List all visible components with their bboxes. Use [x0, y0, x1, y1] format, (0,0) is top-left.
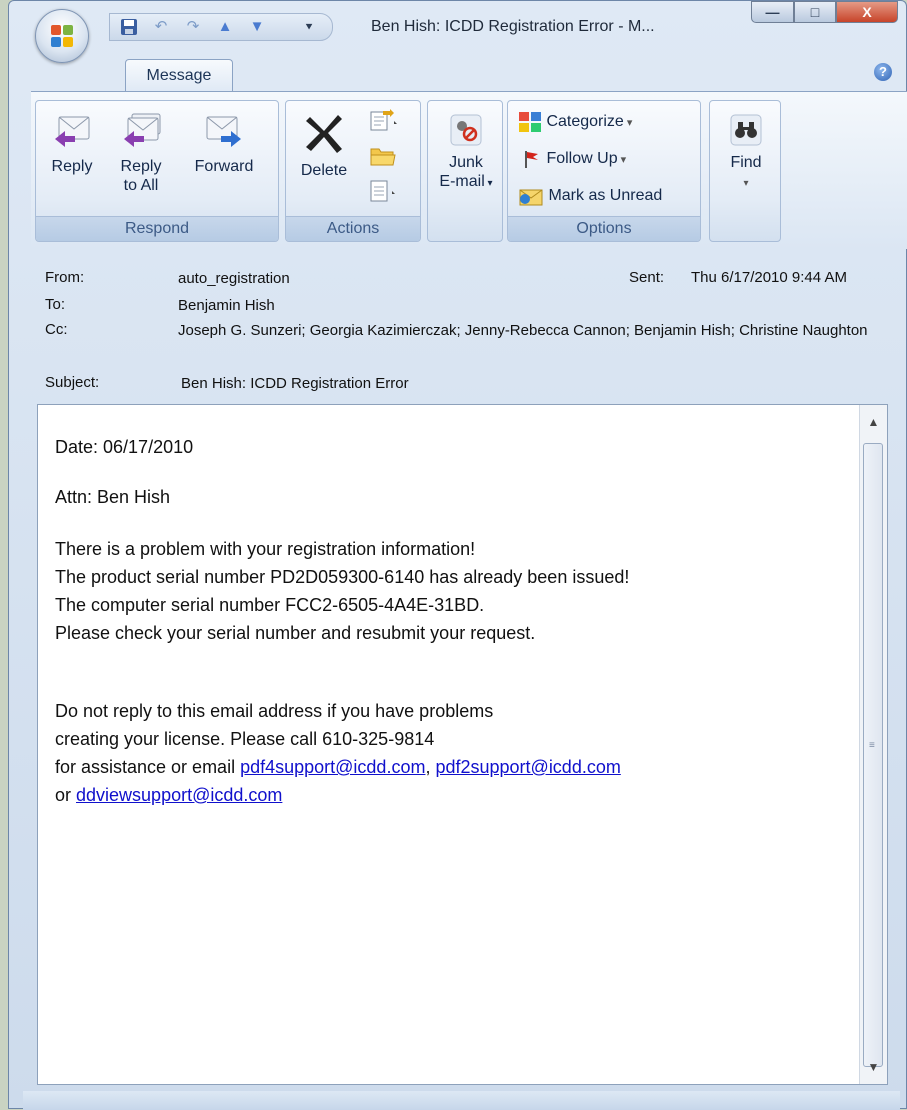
save-icon[interactable] — [120, 18, 138, 36]
undo-icon[interactable]: ↶ — [152, 18, 170, 36]
delete-icon — [306, 115, 342, 153]
minimize-button[interactable]: — — [751, 1, 794, 23]
message-header: From: auto_registration Sent: Thu 6/17/2… — [31, 255, 907, 399]
message-content: Date: 06/17/2010 Attn: Ben Hish There is… — [55, 433, 845, 809]
body-line: or ddviewsupport@icdd.com — [55, 785, 283, 805]
to-label: To: — [45, 296, 66, 313]
ribbon: Reply Reply to All Forward Respond Delet… — [31, 91, 907, 249]
up-arrow-icon[interactable]: ▲ — [216, 18, 234, 36]
forward-icon — [206, 116, 241, 147]
move-to-folder-icon — [370, 109, 397, 131]
body-line: There is a problem with your registratio… — [55, 539, 476, 559]
body-line: for assistance or email pdf4support@icdd… — [55, 757, 621, 777]
delete-button[interactable]: Delete — [292, 111, 356, 180]
body-line: Please check your serial number and resu… — [55, 623, 536, 643]
categorize-icon — [519, 112, 541, 132]
mark-as-unread-button[interactable]: Mark as Unread — [518, 185, 662, 207]
dropdown-arrow-icon: ▾ — [484, 178, 493, 189]
junk-email-button[interactable]: Junk E-mail ▾ — [430, 113, 502, 193]
group-label-respond: Respond — [36, 216, 278, 241]
flag-icon — [525, 151, 538, 168]
reply-all-icon — [124, 113, 161, 147]
dropdown-arrow-icon: ▾ — [743, 178, 749, 189]
folder-icon — [370, 148, 396, 166]
customize-toolbar-icon[interactable]: ⯆ — [300, 18, 318, 36]
quick-access-toolbar: ↶ ↷ ▲ ▼ ⯆ — [109, 13, 333, 41]
group-junk: Junk E-mail ▾ — [427, 100, 503, 242]
maximize-button[interactable]: □ — [794, 1, 836, 23]
categorize-button[interactable]: Categorize ▾ — [518, 111, 632, 133]
window-title: Ben Hish: ICDD Registration Error - M... — [371, 18, 655, 35]
reply-all-button[interactable]: Reply to All — [106, 111, 176, 195]
sent-value: Thu 6/17/2010 9:44 AM — [691, 269, 847, 286]
group-label-actions: Actions — [286, 216, 420, 241]
sent-label: Sent: — [629, 269, 665, 286]
group-options: Categorize ▾ Follow Up ▾ Mark as Unread … — [507, 100, 701, 242]
group-respond: Reply Reply to All Forward Respond — [35, 100, 279, 242]
dropdown-arrow-icon: ▾ — [623, 117, 633, 130]
cc-label: Cc: — [45, 321, 68, 338]
group-actions: Delete Actions — [285, 100, 421, 242]
find-button[interactable]: Find ▾ — [714, 113, 778, 193]
scroll-down-icon[interactable]: ▼ — [860, 1054, 887, 1080]
to-value[interactable]: Benjamin Hish — [178, 296, 894, 315]
mark-unread-icon — [519, 189, 543, 206]
close-button[interactable]: X — [836, 1, 898, 23]
cc-value[interactable]: Joseph G. Sunzeri; Georgia Kazimierczak;… — [178, 321, 894, 340]
message-window: ↶ ↷ ▲ ▼ ⯆ Ben Hish: ICDD Registration Er… — [8, 0, 907, 1110]
tab-message[interactable]: Message — [125, 59, 233, 92]
help-icon[interactable]: ? — [874, 63, 892, 81]
body-line: creating your license. Please call 610-3… — [55, 729, 435, 749]
body-line: The product serial number PD2D059300-614… — [55, 567, 630, 587]
follow-up-button[interactable]: Follow Up ▾ — [522, 149, 626, 170]
reply-icon — [55, 116, 90, 147]
message-body[interactable]: Date: 06/17/2010 Attn: Ben Hish There is… — [37, 404, 888, 1085]
create-rule-button[interactable] — [368, 143, 398, 173]
binoculars-icon — [730, 114, 762, 146]
grip-icon: ≡ — [869, 740, 875, 751]
other-actions-button[interactable] — [368, 179, 398, 209]
attn-line: Attn: Ben Hish — [55, 487, 171, 507]
date-line: Date: 06/17/2010 — [55, 437, 194, 457]
status-bar — [23, 1091, 900, 1110]
body-line: The computer serial number FCC2-6505-4A4… — [55, 595, 485, 615]
subject-label: Subject: — [45, 374, 100, 391]
other-actions-icon — [370, 180, 395, 202]
email-link-ddviewsupport[interactable]: ddviewsupport@icdd.com — [76, 785, 282, 805]
office-logo-icon — [51, 25, 73, 47]
scrollbar-thumb[interactable]: ≡ — [863, 443, 883, 1067]
dropdown-arrow-icon: ▾ — [617, 154, 627, 167]
group-find: Find ▾ — [709, 100, 781, 242]
body-line: Do not reply to this email address if yo… — [55, 701, 494, 721]
email-link-pdf2support[interactable]: pdf2support@icdd.com — [435, 757, 620, 777]
title-bar: ↶ ↷ ▲ ▼ ⯆ Ben Hish: ICDD Registration Er… — [9, 1, 906, 41]
move-to-folder-button[interactable] — [368, 109, 398, 139]
junk-email-icon — [450, 114, 482, 146]
forward-button[interactable]: Forward — [184, 111, 264, 176]
scroll-up-icon[interactable]: ▲ — [860, 409, 887, 435]
from-label: From: — [45, 269, 85, 286]
email-link-pdf4support[interactable]: pdf4support@icdd.com — [240, 757, 425, 777]
redo-icon[interactable]: ↷ — [184, 18, 202, 36]
group-label-options: Options — [508, 216, 700, 241]
vertical-scrollbar[interactable]: ▲ ≡ ▼ — [859, 405, 887, 1084]
down-arrow-icon[interactable]: ▼ — [248, 18, 266, 36]
reply-button[interactable]: Reply — [44, 111, 100, 176]
subject-value: Ben Hish: ICDD Registration Error — [181, 375, 409, 392]
office-button[interactable] — [35, 9, 89, 63]
